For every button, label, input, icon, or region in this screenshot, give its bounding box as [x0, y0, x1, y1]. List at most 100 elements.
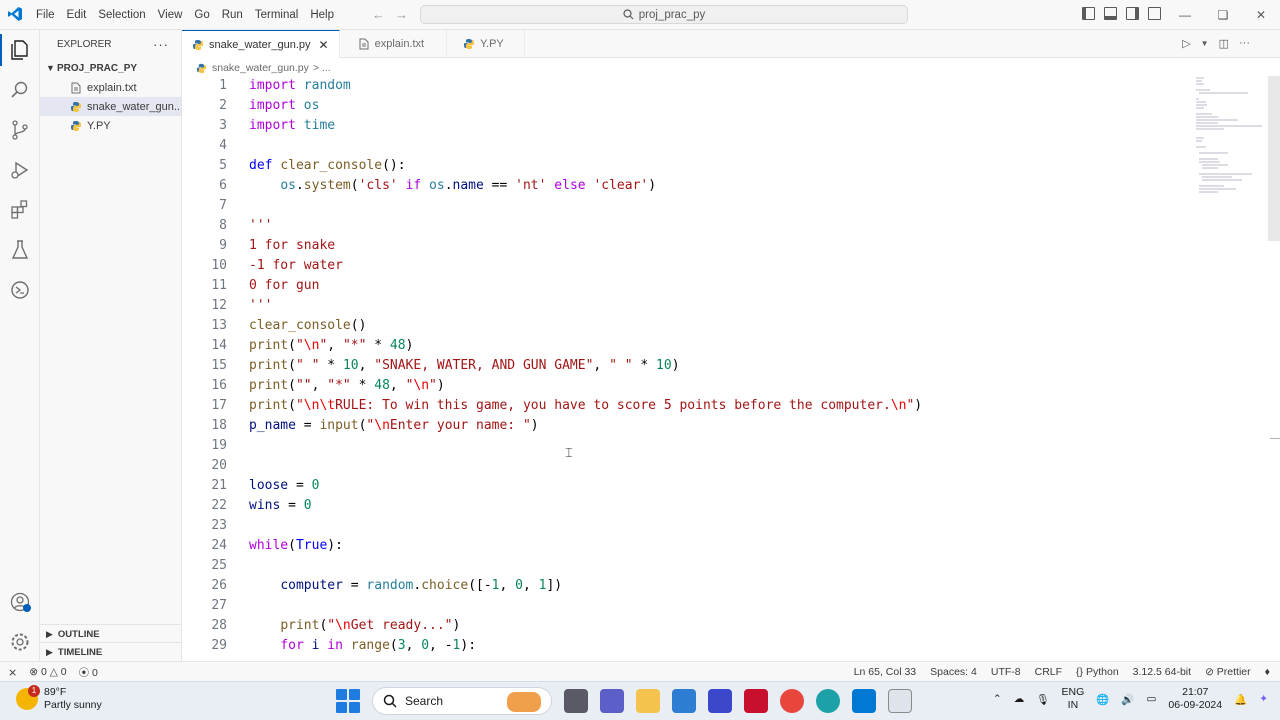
- file-explorer-icon[interactable]: [636, 689, 660, 713]
- code-line[interactable]: 27: [182, 596, 1182, 616]
- menu-help[interactable]: Help: [304, 0, 340, 30]
- run-python-icon[interactable]: ▷: [1182, 37, 1190, 51]
- code-line[interactable]: 3 import time: [182, 116, 1182, 136]
- breadcrumb-file[interactable]: snake_water_gun.py: [212, 62, 309, 74]
- toggle-panel-icon[interactable]: [1104, 7, 1117, 20]
- vertical-scrollbar[interactable]: [1268, 76, 1280, 241]
- more-actions-icon[interactable]: ···: [153, 37, 169, 52]
- forward-arrow-icon[interactable]: →: [395, 7, 408, 22]
- code-editor[interactable]: 1 import random 2 import os 3 import time 4 5 de…: [182, 76, 1280, 661]
- code-line[interactable]: 20: [182, 456, 1182, 476]
- battery-icon[interactable]: ▭: [1146, 693, 1156, 705]
- testing-icon[interactable]: [8, 238, 32, 262]
- task-view-icon[interactable]: [564, 689, 588, 713]
- toggle-sidebar-icon[interactable]: [1082, 7, 1095, 20]
- split-editor-icon[interactable]: ◫: [1219, 37, 1229, 51]
- minimap[interactable]: [1188, 76, 1268, 196]
- tab-snake-water-gun[interactable]: snake_water_gun.py ✕: [182, 30, 340, 58]
- minimize-icon[interactable]: —: [1166, 0, 1204, 30]
- language-mode[interactable]: {} Python: [1076, 666, 1119, 678]
- encoding[interactable]: UTF-8: [991, 666, 1021, 678]
- code-line[interactable]: 10 -1 for water: [182, 256, 1182, 276]
- tab-y-py[interactable]: Y.PY: [447, 30, 525, 58]
- customize-layout-icon[interactable]: [1148, 7, 1161, 20]
- ports-indicator[interactable]: ⦿ 0: [79, 665, 98, 680]
- maximize-icon[interactable]: ❏: [1204, 0, 1242, 30]
- toggle-secondary-sidebar-icon[interactable]: [1126, 7, 1139, 20]
- file-item-y-py[interactable]: Y.PY: [40, 116, 181, 135]
- menu-file[interactable]: File: [30, 0, 61, 30]
- close-window-icon[interactable]: ✕: [1242, 0, 1280, 30]
- settings-gear-icon[interactable]: [8, 630, 32, 654]
- snipping-tool-icon[interactable]: [888, 689, 912, 713]
- taskbar-search[interactable]: Search: [372, 687, 552, 715]
- windows-start-icon[interactable]: [336, 689, 360, 713]
- code-line[interactable]: 26 computer = random.choice([-1, 0, 1]): [182, 576, 1182, 596]
- code-line[interactable]: 16 print("", "*" * 48, "\n"): [182, 376, 1182, 396]
- edge-icon[interactable]: [816, 689, 840, 713]
- code-line[interactable]: 22 wins = 0: [182, 496, 1182, 516]
- python-interpreter[interactable]: 3.12.5 64-bit: [1133, 666, 1191, 678]
- workspace-folder[interactable]: ▼ PROJ_PRAC_PY: [40, 58, 181, 78]
- mcafee-icon[interactable]: [744, 689, 768, 713]
- remote-icon[interactable]: ⨯: [8, 666, 17, 679]
- run-debug-icon[interactable]: [8, 158, 32, 182]
- network-icon[interactable]: 🌐: [1096, 693, 1109, 706]
- code-line[interactable]: 2 import os: [182, 96, 1182, 116]
- explorer-icon[interactable]: [8, 38, 32, 62]
- code-line[interactable]: 15 print(" " * 10, "SNAKE, WATER, AND GUN…: [182, 356, 1182, 376]
- source-control-icon[interactable]: [8, 118, 32, 142]
- chrome-icon[interactable]: [780, 689, 804, 713]
- prettier-status[interactable]: ⊘ Prettier: [1205, 666, 1251, 678]
- tab-explain[interactable]: explain.txt: [340, 30, 448, 58]
- breadcrumb-more[interactable]: > ...: [313, 62, 331, 74]
- more-actions-icon[interactable]: ···: [1239, 37, 1250, 51]
- code-line[interactable]: 21 loose = 0: [182, 476, 1182, 496]
- chevron-down-icon[interactable]: ▼: [1201, 37, 1209, 51]
- command-center-search[interactable]: proj_prac_py: [420, 5, 908, 24]
- microphone-icon[interactable]: 🎙: [1036, 693, 1049, 706]
- code-line[interactable]: 28 print("\nGet ready..."): [182, 616, 1182, 636]
- code-line[interactable]: 13 clear_console(): [182, 316, 1182, 336]
- code-line[interactable]: 17 print("\n\tRULE: To win this game, you…: [182, 396, 1182, 416]
- teams-icon[interactable]: [600, 689, 624, 713]
- copilot-taskbar-icon[interactable]: ✦: [1259, 693, 1268, 705]
- code-line[interactable]: 8 ''': [182, 216, 1182, 236]
- code-line[interactable]: 11 0 for gun: [182, 276, 1182, 296]
- volume-icon[interactable]: 🔊: [1121, 693, 1134, 706]
- code-line[interactable]: 9 1 for snake: [182, 236, 1182, 256]
- notifications-bell-icon[interactable]: ♦: [1265, 666, 1270, 678]
- cursor-position[interactable]: Ln 65, Col 33: [854, 666, 916, 678]
- timeline-section[interactable]: ▶ TIMELINE: [40, 642, 182, 661]
- code-line[interactable]: 7: [182, 196, 1182, 216]
- power-automate-icon[interactable]: [708, 689, 732, 713]
- code-line[interactable]: 29 for i in range(3, 0, -1):: [182, 636, 1182, 656]
- indentation[interactable]: Spaces: 4: [930, 666, 977, 678]
- menu-selection[interactable]: Selection: [92, 0, 151, 30]
- menu-edit[interactable]: Edit: [61, 0, 93, 30]
- menu-go[interactable]: Go: [188, 0, 215, 30]
- code-line[interactable]: 24 while(True):: [182, 536, 1182, 556]
- code-line[interactable]: 14 print("\n", "*" * 48): [182, 336, 1182, 356]
- clock[interactable]: 21:07 06-09-2024: [1168, 686, 1222, 712]
- end-of-line[interactable]: CRLF: [1035, 666, 1062, 678]
- code-line[interactable]: 1 import random: [182, 76, 1182, 96]
- code-line[interactable]: 5 def clear_console():: [182, 156, 1182, 176]
- code-line[interactable]: 4: [182, 136, 1182, 156]
- notification-bell-icon[interactable]: 🔔: [1234, 693, 1247, 706]
- code-line[interactable]: 18 p_name = input("\nEnter your name: "): [182, 416, 1182, 436]
- copilot-icon[interactable]: [8, 278, 32, 302]
- code-line[interactable]: 23: [182, 516, 1182, 536]
- file-item-snake-water-gun[interactable]: snake_water_gun....: [40, 97, 181, 116]
- menu-terminal[interactable]: Terminal: [249, 0, 304, 30]
- onedrive-icon[interactable]: ☁: [1014, 693, 1025, 705]
- extensions-icon[interactable]: [8, 198, 32, 222]
- microsoft-store-icon[interactable]: [672, 689, 696, 713]
- back-arrow-icon[interactable]: ←: [372, 7, 385, 22]
- input-language[interactable]: ENG IN: [1062, 686, 1085, 712]
- weather-widget[interactable]: 1 89°F Partly sunny: [16, 685, 102, 712]
- accounts-icon[interactable]: [8, 590, 32, 614]
- search-icon[interactable]: [8, 78, 32, 102]
- file-item-explain[interactable]: explain.txt: [40, 78, 181, 97]
- vscode-taskbar-icon[interactable]: [852, 689, 876, 713]
